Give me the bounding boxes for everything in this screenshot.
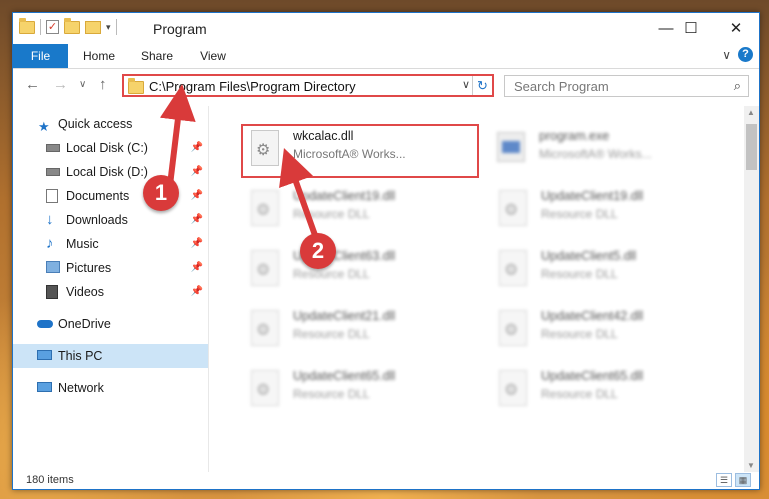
callout-2: 2 <box>300 233 336 269</box>
arrow-1 <box>159 84 196 186</box>
arrow-2 <box>279 148 319 240</box>
tutorial-arrows <box>159 84 319 240</box>
callout-1: 1 <box>143 175 179 211</box>
